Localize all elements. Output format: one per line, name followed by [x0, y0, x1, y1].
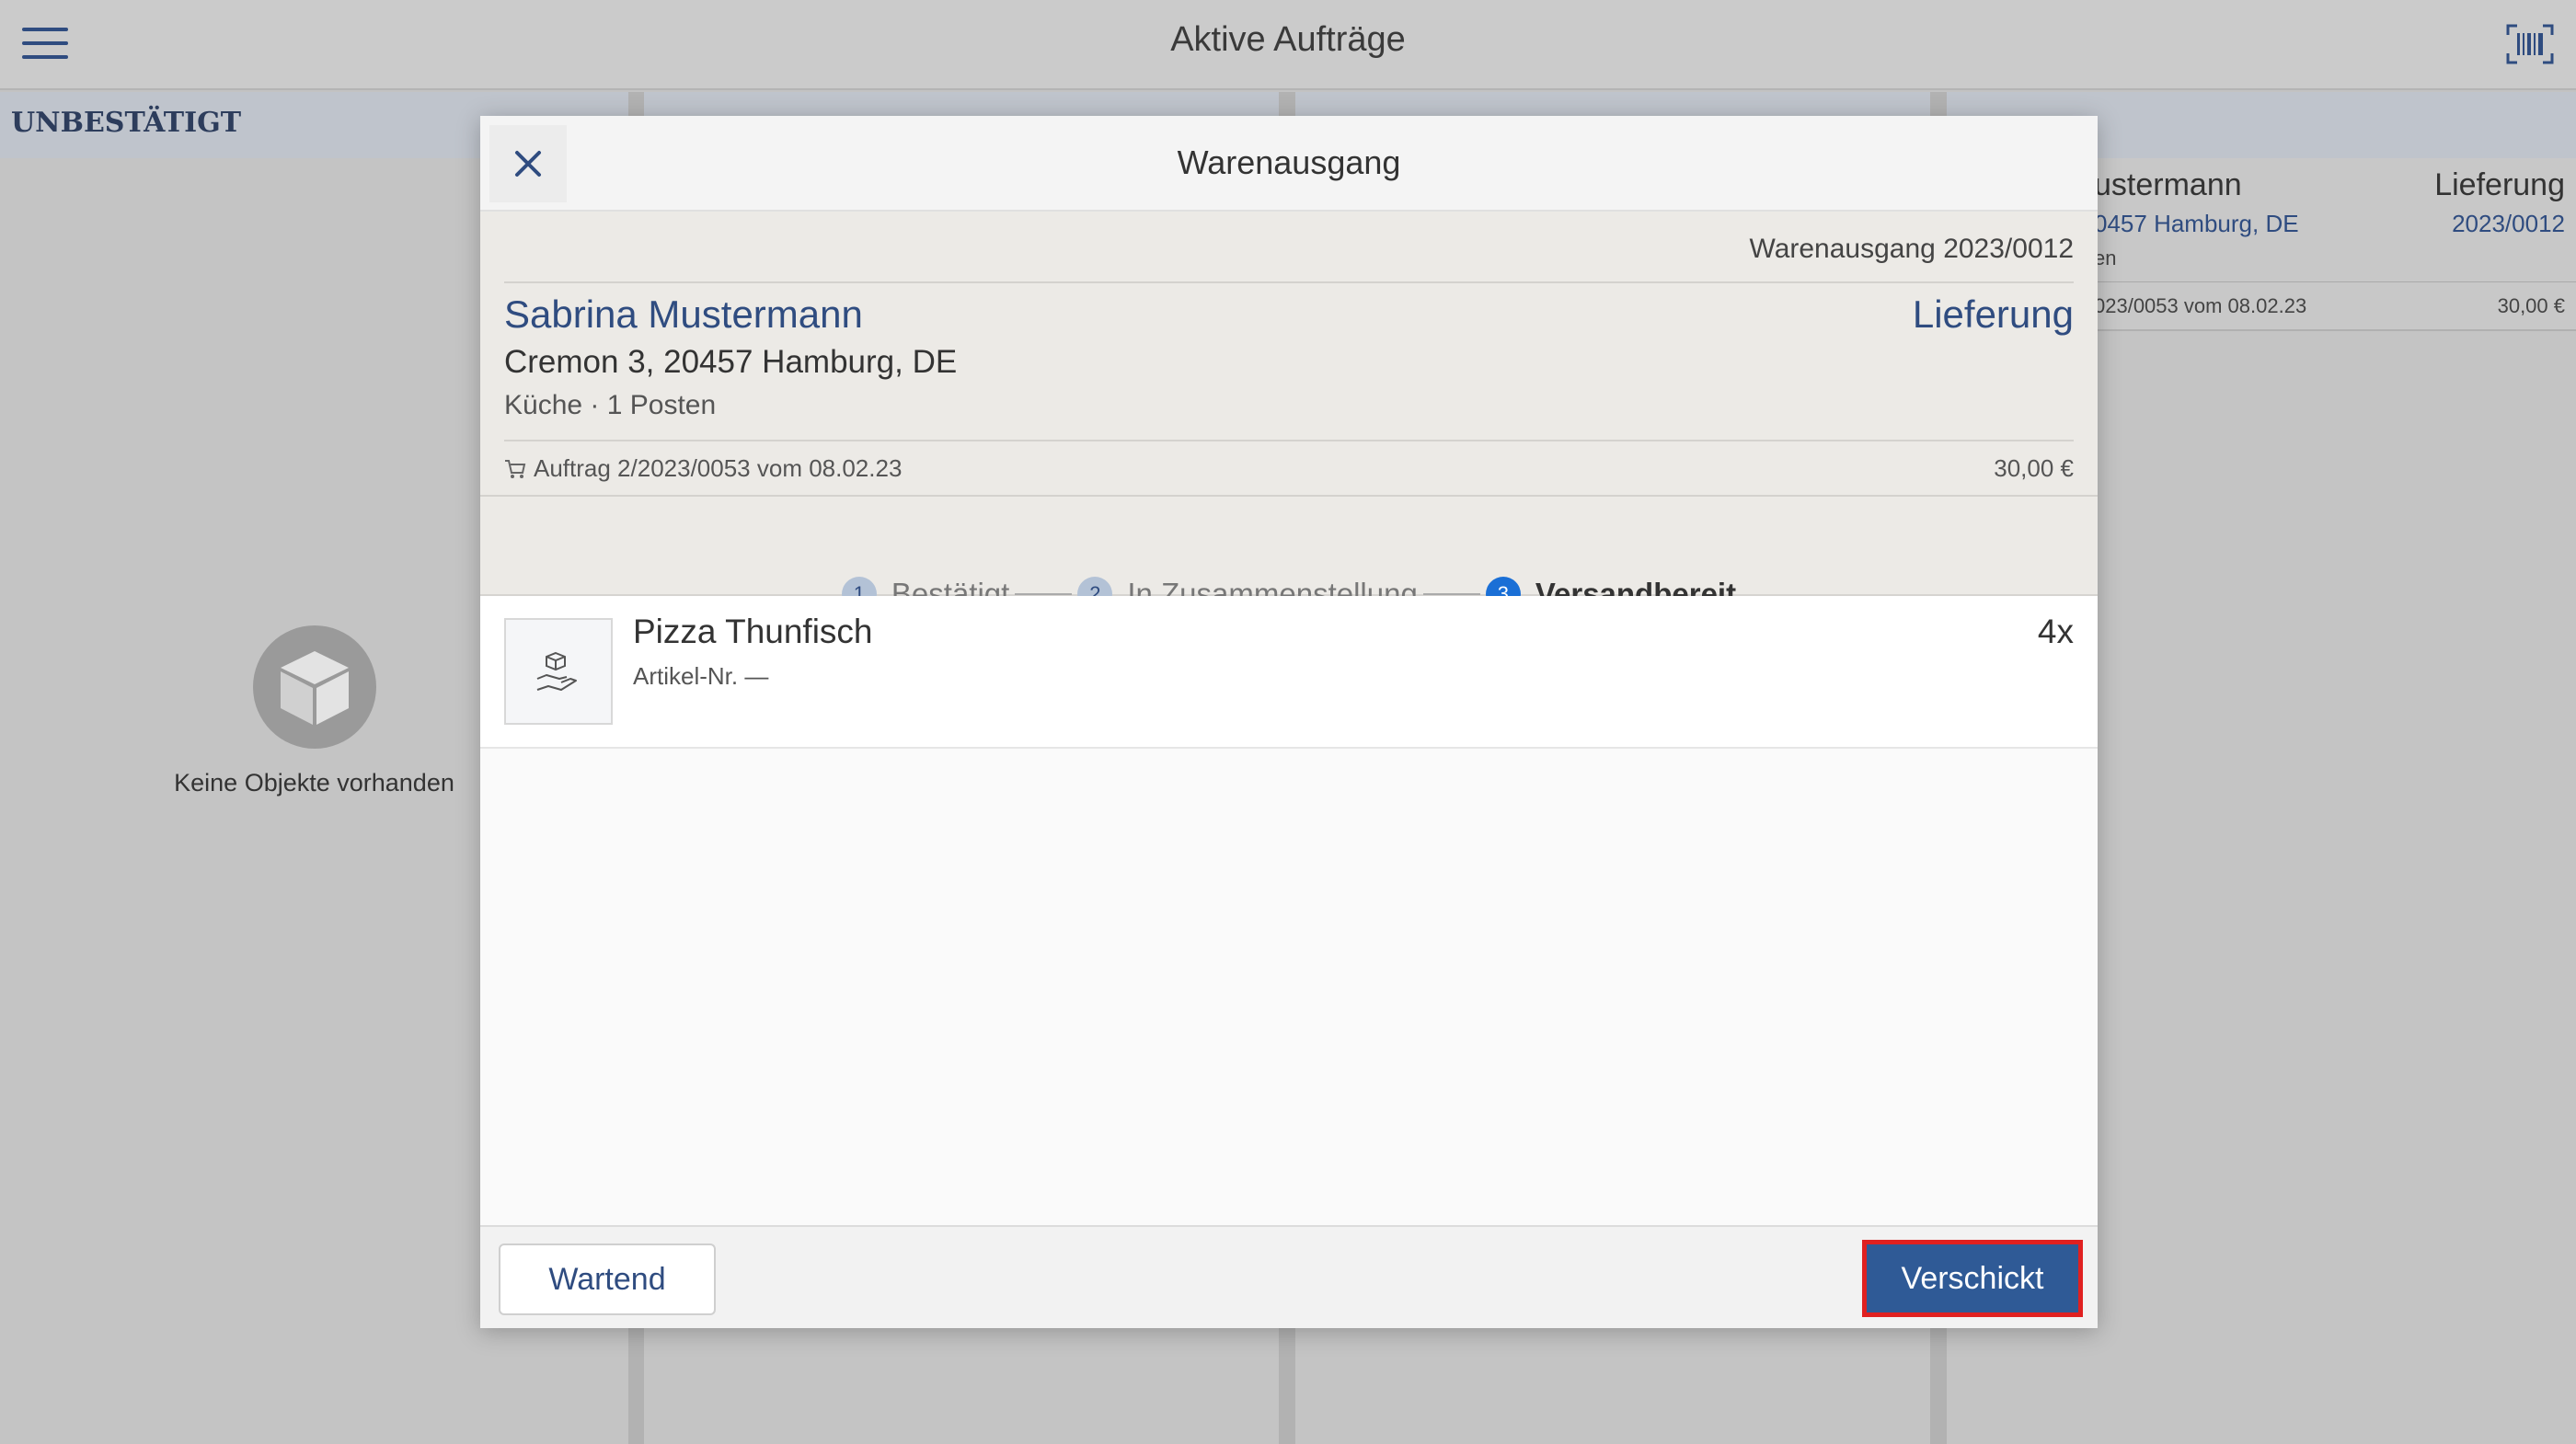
order-info-panel: Warenausgang 2023/0012 Sabrina Musterman…: [480, 212, 2098, 612]
item-sku: Artikel-Nr. —: [633, 662, 769, 690]
step-connector: [1015, 593, 1073, 595]
card-customer-name: ustermann: [2094, 167, 2242, 202]
card-delivery-number: 2023/0012: [2452, 210, 2565, 237]
page-title: Aktive Aufträge: [1170, 20, 1406, 59]
order-meta: Küche · 1 Posten: [504, 390, 717, 420]
item-name: Pizza Thunfisch: [633, 613, 873, 650]
dialog-footer: Wartend Verschickt: [480, 1225, 2098, 1328]
cart-icon: [505, 459, 526, 478]
goods-issue-dialog: Warenausgang Warenausgang 2023/0012 Sabr…: [480, 116, 2098, 1328]
top-bar: Aktive Aufträge: [0, 0, 2576, 90]
customer-address: Cremon 3, 20457 Hamburg, DE: [504, 344, 958, 380]
card-order-ref: 023/0053 vom 08.02.23: [2094, 294, 2307, 317]
waiting-button[interactable]: Wartend: [499, 1243, 716, 1315]
item-thumbnail: [504, 618, 613, 725]
divider: [504, 281, 2074, 283]
shipped-button[interactable]: Verschickt: [1862, 1240, 2083, 1317]
card-address: 0457 Hamburg, DE: [2094, 210, 2299, 237]
empty-box-icon: [252, 625, 376, 749]
divider: [504, 440, 2074, 441]
divider: [480, 495, 2098, 497]
package-hand-icon: [536, 651, 577, 691]
order-type: Lieferung: [1912, 292, 2074, 336]
dialog-title: Warenausgang: [1177, 143, 1401, 181]
order-reference-text: Auftrag 2/2023/0053 vom 08.02.23: [534, 454, 903, 482]
card-order-type: Lieferung: [2434, 167, 2565, 202]
list-item[interactable]: Pizza Thunfisch Artikel-Nr. — 4x: [480, 596, 2098, 749]
order-price: 30,00 €: [1994, 454, 2074, 482]
customer-name: Sabrina Mustermann: [504, 292, 863, 336]
card-price: 30,00 €: [2497, 294, 2565, 317]
step-connector: [1422, 593, 1480, 595]
item-quantity: 4x: [2037, 613, 2074, 650]
barcode-scanner-icon[interactable]: [2506, 24, 2554, 64]
order-reference: Auftrag 2/2023/0053 vom 08.02.23: [504, 454, 902, 483]
dialog-header: Warenausgang: [480, 116, 2098, 212]
delivery-number: Warenausgang 2023/0012: [1749, 234, 2075, 264]
